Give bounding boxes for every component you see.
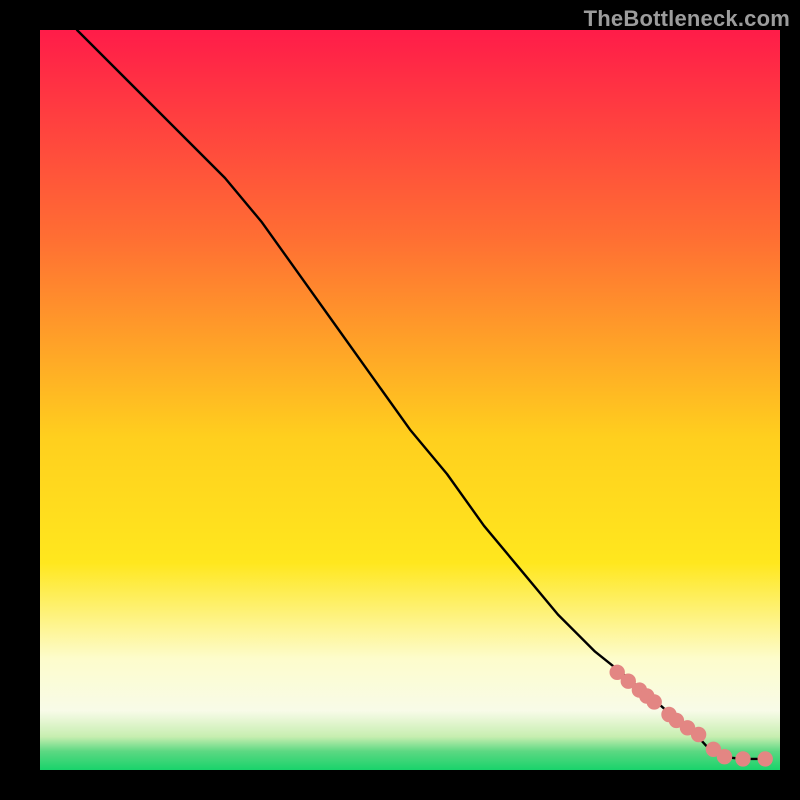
chart-stage: TheBottleneck.com [0,0,800,800]
curve-markers [610,665,772,766]
watermark-text: TheBottleneck.com [584,6,790,32]
curve-marker [647,695,661,709]
curve-marker [736,752,750,766]
curve-line [77,30,765,759]
curve-layer [40,30,780,770]
curve-marker [691,727,705,741]
plot-area [40,30,780,770]
curve-marker [717,750,731,764]
curve-marker [758,752,772,766]
